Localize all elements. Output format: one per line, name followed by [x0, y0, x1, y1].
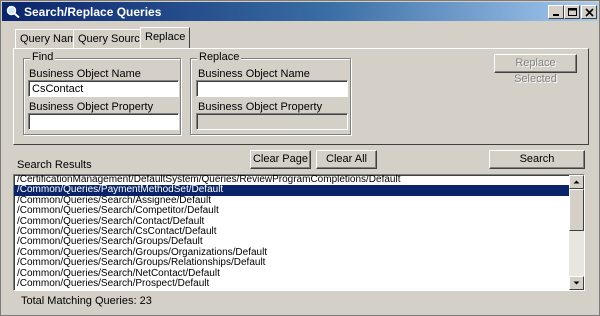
replace-bo-name-input[interactable] — [196, 80, 348, 97]
replace-group: Replace Business Object Name Business Ob… — [190, 51, 351, 135]
replace-bo-property-input[interactable] — [196, 113, 348, 130]
search-results-label: Search Results — [17, 159, 92, 171]
window-title: Search/Replace Queries — [24, 5, 162, 19]
close-icon — [585, 8, 594, 17]
arrow-down-icon — [573, 281, 580, 285]
list-item[interactable]: /Common/Queries/Search/Prospect/Default — [14, 278, 584, 289]
find-group: Find Business Object Name Business Objec… — [23, 51, 181, 135]
minimize-button[interactable] — [548, 5, 564, 19]
find-group-label: Find — [30, 51, 56, 63]
maximize-button[interactable] — [564, 5, 580, 19]
vertical-scrollbar[interactable] — [569, 175, 584, 290]
scroll-up-button[interactable] — [569, 175, 584, 189]
replace-group-label: Replace — [197, 51, 242, 63]
clear-all-button[interactable]: Clear All — [316, 150, 377, 169]
list-item[interactable]: /Common/Queries/Search/Competitor/Defaul… — [14, 205, 584, 216]
search-button[interactable]: Search — [489, 150, 585, 169]
clear-page-button[interactable]: Clear Page — [250, 150, 311, 169]
find-bo-property-label: Business Object Property — [29, 101, 154, 113]
replace-bo-name-label: Business Object Name — [198, 68, 310, 80]
search-app-icon — [6, 5, 20, 18]
replace-tab-panel: Find Business Object Name Business Objec… — [13, 48, 589, 145]
title-bar[interactable]: Search/Replace Queries — [2, 2, 598, 21]
scroll-thumb[interactable] — [569, 189, 584, 231]
scroll-down-button[interactable] — [569, 276, 584, 290]
total-matching-queries: Total Matching Queries: 23 — [21, 295, 152, 307]
list-item[interactable]: /Common/Queries/Search/Groups/Relationsh… — [14, 257, 584, 268]
search-results-items: /CertificationManagement/DefaultSystem/Q… — [14, 175, 584, 289]
tab-replace[interactable]: Replace — [140, 27, 191, 48]
search-results-list[interactable]: /CertificationManagement/DefaultSystem/Q… — [13, 174, 585, 291]
search-replace-window: Search/Replace Queries Query Name Query … — [0, 0, 600, 316]
close-button[interactable] — [581, 5, 597, 19]
replace-selected-button[interactable]: Replace Selected — [494, 54, 577, 85]
find-bo-property-input[interactable] — [28, 113, 179, 130]
find-bo-name-input[interactable] — [28, 80, 179, 97]
arrow-up-icon — [573, 180, 580, 184]
replace-bo-property-label: Business Object Property — [198, 101, 323, 113]
minimize-icon — [553, 14, 559, 16]
find-bo-name-label: Business Object Name — [29, 68, 141, 80]
maximize-icon — [568, 8, 577, 16]
